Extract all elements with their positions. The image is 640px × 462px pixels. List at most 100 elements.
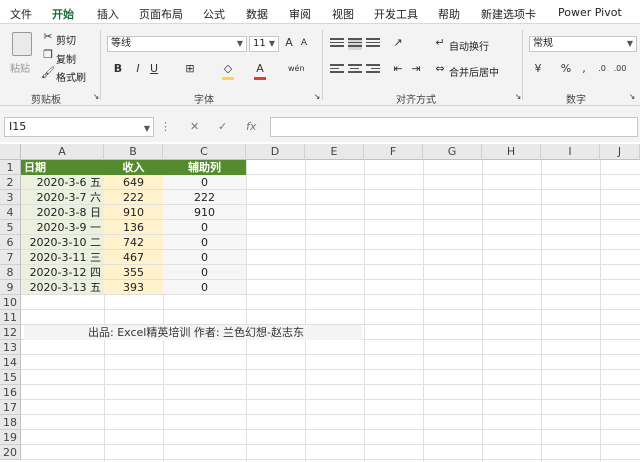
helper-cell[interactable]: 910: [163, 205, 246, 220]
wrap-text-button[interactable]: 自动换行: [449, 38, 489, 53]
income-cell[interactable]: 467: [104, 250, 163, 265]
tab-formulas[interactable]: 公式: [203, 6, 225, 22]
tab-developer[interactable]: 开发工具: [374, 6, 418, 22]
align-top-icon[interactable]: [330, 38, 344, 50]
credit-note[interactable]: 出品: Excel精英培训 作者: 兰色幻想-赵志东: [24, 325, 362, 340]
name-box[interactable]: I15 ▼: [4, 117, 154, 137]
helper-cell[interactable]: 0: [163, 250, 246, 265]
merge-center-icon[interactable]: ⇔: [432, 62, 448, 78]
row-header[interactable]: 9: [0, 280, 21, 295]
helper-cell[interactable]: 0: [163, 265, 246, 280]
income-cell[interactable]: 910: [104, 205, 163, 220]
tab-home[interactable]: 开始: [52, 6, 74, 26]
merge-center-button[interactable]: 合并后居中: [449, 64, 499, 79]
percent-icon[interactable]: %: [558, 62, 574, 78]
row-header[interactable]: 15: [0, 370, 21, 385]
column-header[interactable]: B: [104, 144, 163, 160]
column-header[interactable]: H: [482, 144, 541, 160]
paste-button[interactable]: 粘贴: [10, 60, 30, 75]
row-header[interactable]: 2: [0, 175, 21, 190]
tab-review[interactable]: 审阅: [289, 6, 311, 22]
tab-data[interactable]: 数据: [246, 6, 268, 22]
borders-icon[interactable]: ⊞: [182, 62, 198, 78]
row-header[interactable]: 17: [0, 400, 21, 415]
format-painter-button[interactable]: 格式刷: [56, 69, 86, 84]
column-header[interactable]: J: [600, 144, 640, 160]
decrease-decimal-icon[interactable]: .00: [612, 62, 628, 78]
currency-icon[interactable]: ¥: [530, 62, 546, 78]
dialog-launcher-icon[interactable]: ↘: [624, 90, 640, 106]
date-cell[interactable]: 2020-3-12 四: [21, 265, 104, 280]
align-right-icon[interactable]: [366, 64, 380, 76]
row-header[interactable]: 11: [0, 310, 21, 325]
row-header[interactable]: 14: [0, 355, 21, 370]
paste-icon[interactable]: [12, 32, 32, 56]
tab-power-pivot[interactable]: Power Pivot: [558, 6, 622, 19]
row-header[interactable]: 18: [0, 415, 21, 430]
font-color-icon[interactable]: A: [252, 62, 268, 78]
income-cell[interactable]: 355: [104, 265, 163, 280]
tab-file[interactable]: 文件: [10, 6, 32, 22]
italic-button[interactable]: I: [130, 62, 146, 78]
column-header[interactable]: G: [423, 144, 482, 160]
date-cell[interactable]: 2020-3-8 日: [21, 205, 104, 220]
dialog-launcher-icon[interactable]: ↘: [510, 90, 526, 106]
align-middle-icon[interactable]: [348, 38, 362, 50]
copy-button[interactable]: 复制: [56, 51, 76, 66]
income-cell[interactable]: 649: [104, 175, 163, 190]
bold-button[interactable]: B: [110, 62, 126, 78]
orientation-icon[interactable]: ↗: [390, 36, 406, 52]
income-cell[interactable]: 393: [104, 280, 163, 295]
column-header[interactable]: C: [163, 144, 246, 160]
date-cell[interactable]: 2020-3-6 五: [21, 175, 104, 190]
wrap-text-icon[interactable]: ↵: [432, 36, 448, 52]
row-header[interactable]: 13: [0, 340, 21, 355]
row-header[interactable]: 16: [0, 385, 21, 400]
row-header[interactable]: 20: [0, 445, 21, 460]
helper-cell[interactable]: 0: [163, 235, 246, 250]
date-cell[interactable]: 2020-3-11 三: [21, 250, 104, 265]
column-header[interactable]: A: [21, 144, 104, 160]
align-center-icon[interactable]: [348, 64, 362, 76]
tab-help[interactable]: 帮助: [438, 6, 460, 22]
header-cell-date[interactable]: 日期: [21, 160, 104, 175]
select-all-corner[interactable]: [0, 144, 21, 160]
column-header[interactable]: F: [364, 144, 423, 160]
comma-icon[interactable]: ,: [576, 62, 592, 78]
helper-cell[interactable]: 0: [163, 280, 246, 295]
row-header[interactable]: 19: [0, 430, 21, 445]
date-cell[interactable]: 2020-3-10 二: [21, 235, 104, 250]
row-header[interactable]: 4: [0, 205, 21, 220]
income-cell[interactable]: 136: [104, 220, 163, 235]
font-name-select[interactable]: 等线 ▼: [107, 36, 247, 52]
row-header[interactable]: 3: [0, 190, 21, 205]
column-header[interactable]: I: [541, 144, 600, 160]
helper-cell[interactable]: 222: [163, 190, 246, 205]
row-header[interactable]: 10: [0, 295, 21, 310]
dialog-launcher-icon[interactable]: ↘: [88, 90, 104, 106]
cancel-icon[interactable]: ✕: [190, 120, 199, 133]
header-cell-helper[interactable]: 辅助列: [163, 160, 246, 175]
income-cell[interactable]: 742: [104, 235, 163, 250]
row-header[interactable]: 6: [0, 235, 21, 250]
helper-cell[interactable]: 0: [163, 175, 246, 190]
increase-font-icon[interactable]: A: [281, 36, 297, 52]
row-header[interactable]: 12: [0, 325, 21, 340]
increase-indent-icon[interactable]: ⇥: [408, 62, 424, 78]
column-header[interactable]: E: [305, 144, 364, 160]
insert-function-button[interactable]: fx: [246, 120, 256, 133]
row-header[interactable]: 5: [0, 220, 21, 235]
decrease-indent-icon[interactable]: ⇤: [390, 62, 406, 78]
date-cell[interactable]: 2020-3-9 一: [21, 220, 104, 235]
header-cell-income[interactable]: 收入: [104, 160, 163, 175]
date-cell[interactable]: 2020-3-7 六: [21, 190, 104, 205]
font-size-select[interactable]: 11 ▼: [249, 36, 279, 52]
row-header[interactable]: 7: [0, 250, 21, 265]
align-left-icon[interactable]: [330, 64, 344, 76]
tab-view[interactable]: 视图: [332, 6, 354, 22]
align-bottom-icon[interactable]: [366, 38, 380, 50]
underline-button[interactable]: U: [146, 62, 162, 78]
decrease-font-icon[interactable]: A: [296, 36, 312, 52]
phonetic-icon[interactable]: wén: [288, 62, 305, 78]
column-header[interactable]: D: [246, 144, 305, 160]
